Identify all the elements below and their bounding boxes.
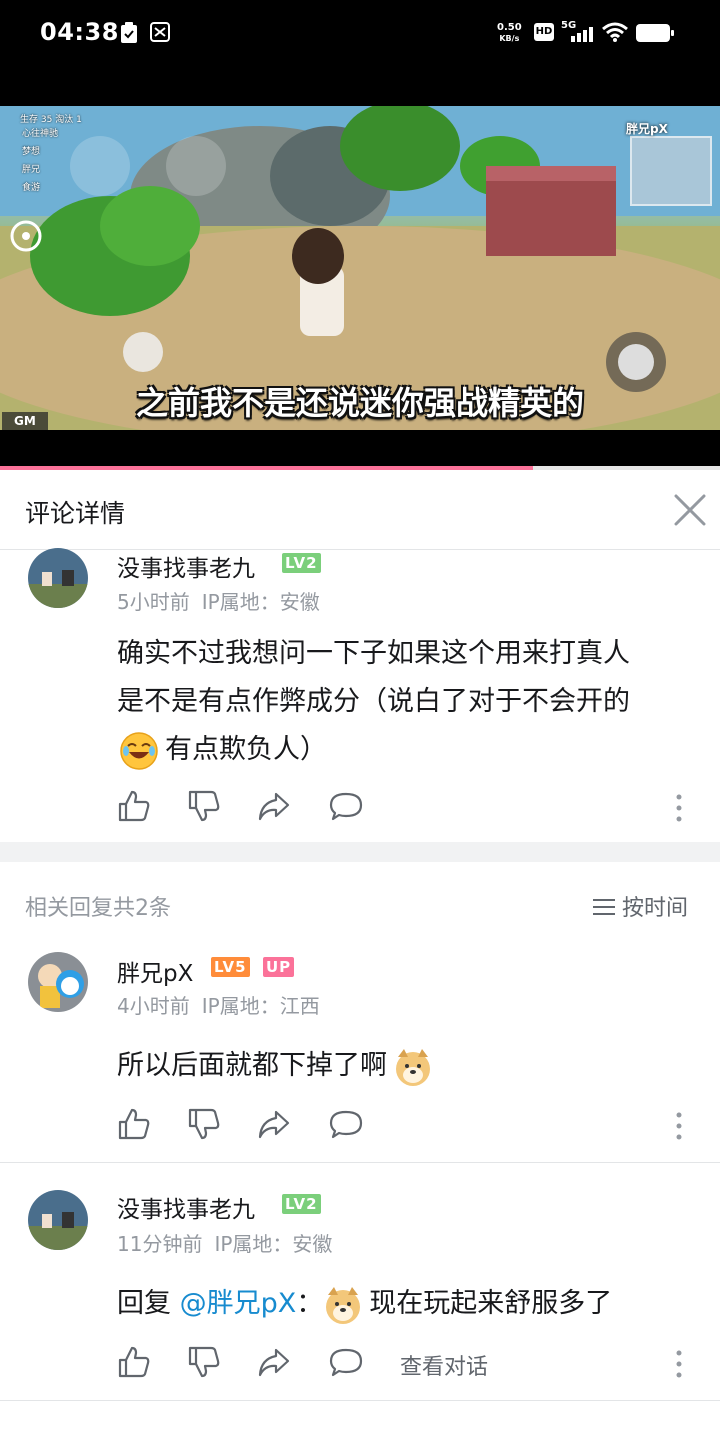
comment-content: 确实不过我想问一下子如果这个用来打真人 是不是有点作弊成分（说白了对于不会开的 … xyxy=(117,630,697,774)
panel-title: 评论详情 xyxy=(25,499,126,528)
network-speed: 0.50 KB/s xyxy=(497,22,522,44)
dislike-icon[interactable] xyxy=(187,1345,221,1379)
panel-header: 评论详情 xyxy=(0,470,720,550)
mention-link[interactable]: @胖兄pX xyxy=(180,1288,297,1319)
laughing-crying-emoji-icon xyxy=(120,731,158,770)
dislike-icon[interactable] xyxy=(187,789,221,823)
video-watermark: 胖兄pX xyxy=(626,122,668,136)
dislike-icon[interactable] xyxy=(187,1107,221,1141)
video-player[interactable]: 生存 35 淘汰 1 心往神驰 梦想 胖兄 食游 胖兄pX 之前我不是还说迷你强… xyxy=(0,106,720,430)
net-speed-unit: KB/s xyxy=(499,34,520,43)
net-speed-value: 0.50 xyxy=(497,22,522,33)
comment-username[interactable]: 没事找事老九 xyxy=(117,549,255,583)
reply-ip: IP属地：安徽 xyxy=(214,1232,333,1256)
wifi-icon xyxy=(602,22,628,42)
section-divider xyxy=(0,842,720,862)
reply-content: 回复 @胖兄pX： 现在玩起来舒服多了 xyxy=(117,1280,612,1328)
level-badge: LV5 xyxy=(211,957,250,977)
reply-actions: 查看对话 xyxy=(117,1345,697,1385)
replies-count: 相关回复共2条 xyxy=(25,896,171,921)
reply-username[interactable]: 胖兄pX xyxy=(117,954,193,988)
sort-list-icon xyxy=(593,899,615,915)
video-bottom-bar xyxy=(0,430,720,466)
reply-time: 4小时前 xyxy=(117,994,190,1018)
comment-text-line-3: 有点欺负人） xyxy=(165,734,327,765)
sort-button[interactable]: 按时间 xyxy=(592,890,688,922)
level-badge: LV2 xyxy=(282,1194,321,1214)
reply-meta: 4小时前 IP属地：江西 xyxy=(117,990,332,1019)
hud-player-2: 梦想 xyxy=(22,147,41,157)
reply-colon: ： xyxy=(296,1288,324,1319)
reply-username[interactable]: 没事找事老九 xyxy=(117,1190,255,1224)
comment-meta: 5小时前 IP属地：安徽 xyxy=(117,586,332,615)
reply-time: 11分钟前 xyxy=(117,1232,203,1256)
share-icon[interactable] xyxy=(257,1107,291,1141)
view-conversation-button[interactable]: 查看对话 xyxy=(400,1349,488,1381)
comment-actions xyxy=(117,789,697,829)
minimap xyxy=(630,136,712,206)
reply-ip: IP属地：江西 xyxy=(201,994,320,1018)
up-badge: UP xyxy=(263,957,295,977)
hud-player-1: 心往神驰 xyxy=(22,129,59,139)
comment-time: 5小时前 xyxy=(117,590,190,614)
comment-text-line-2: 是不是有点作弊成分（说白了对于不会开的 xyxy=(117,686,630,717)
battery-icon xyxy=(636,24,674,42)
hud-player-3: 胖兄 xyxy=(22,165,41,175)
hd-badge: HD xyxy=(534,23,554,41)
reply-divider xyxy=(0,1400,720,1401)
avatar[interactable] xyxy=(28,952,88,1012)
reply-content: 所以后面就都下掉了啊 xyxy=(117,1042,433,1090)
reply-text: 所以后面就都下掉了啊 xyxy=(117,1050,387,1081)
like-icon[interactable] xyxy=(117,1345,151,1379)
share-icon[interactable] xyxy=(257,789,291,823)
reply-text: 现在玩起来舒服多了 xyxy=(369,1288,613,1319)
close-icon[interactable] xyxy=(672,492,708,528)
screenshot-app-icon xyxy=(150,22,170,42)
comment-ip: IP属地：安徽 xyxy=(201,590,320,614)
hud-player-4: 食游 xyxy=(22,183,41,193)
level-badge: LV2 xyxy=(282,553,321,573)
reply-icon[interactable] xyxy=(329,1107,363,1141)
like-icon[interactable] xyxy=(117,789,151,823)
avatar[interactable] xyxy=(28,1190,88,1250)
more-icon[interactable] xyxy=(675,1111,683,1141)
reply-prefix: 回复 xyxy=(117,1288,180,1319)
like-icon[interactable] xyxy=(117,1107,151,1141)
hud-alive: 生存 35 淘汰 1 xyxy=(20,115,82,125)
more-icon[interactable] xyxy=(675,793,683,823)
signal-icon xyxy=(571,27,593,42)
reply-meta: 11分钟前 IP属地：安徽 xyxy=(117,1228,344,1257)
doge-emoji-icon xyxy=(396,1048,430,1086)
gm-badge: GM xyxy=(2,412,48,430)
reply-actions xyxy=(117,1107,697,1147)
comment-text-line-1: 确实不过我想问一下子如果这个用来打真人 xyxy=(117,638,630,669)
avatar[interactable] xyxy=(28,548,88,608)
sort-label: 按时间 xyxy=(622,896,689,921)
share-icon[interactable] xyxy=(257,1345,291,1379)
reply-divider xyxy=(0,1162,720,1163)
status-time: 04:38 xyxy=(40,18,119,46)
status-bar: 04:38 0.50 KB/s HD 5G xyxy=(0,0,720,106)
video-subtitle: 之前我不是还说迷你强战精英的 xyxy=(135,384,584,422)
reply-icon[interactable] xyxy=(329,1345,363,1379)
more-icon[interactable] xyxy=(675,1349,683,1379)
doge-emoji-icon xyxy=(326,1286,361,1324)
reply-icon[interactable] xyxy=(329,789,363,823)
clipboard-icon xyxy=(121,22,137,43)
